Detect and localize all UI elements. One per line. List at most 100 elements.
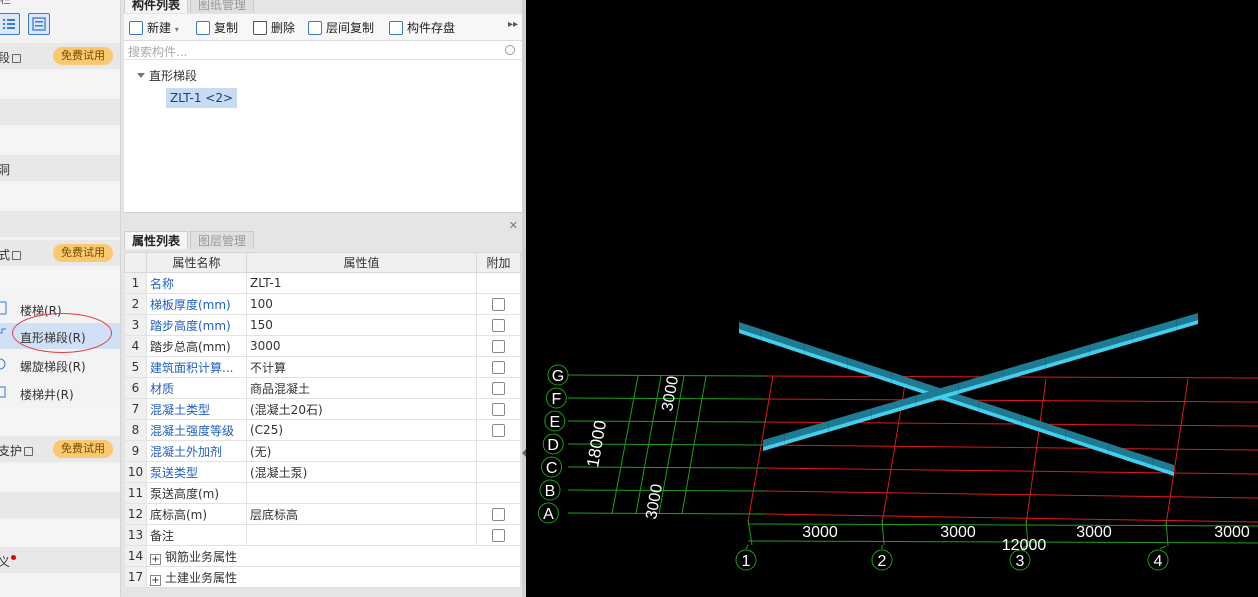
property-name: 泵送类型 [146,461,247,483]
property-value[interactable]: 商品混凝土 [246,377,477,399]
extra-checkbox[interactable] [492,340,505,353]
extra-checkbox[interactable] [492,382,505,395]
component-tree: 直形梯段 ZLT-1 <2> [124,60,522,213]
axis-label-row: A [543,506,554,523]
table-row[interactable]: 7 混凝土类型 (混凝土20石) [124,398,521,420]
floor-copy-button[interactable]: 层间复制 [308,19,374,37]
tree-leaf-zlt1[interactable]: ZLT-1 <2> [166,88,238,108]
property-value[interactable] [246,524,477,546]
property-value[interactable]: (C25) [246,419,477,441]
nav-row[interactable] [0,211,120,237]
extra-checkbox[interactable] [492,508,505,521]
row-index: 6 [124,377,147,399]
nav-row[interactable] [0,520,120,546]
search-icon[interactable] [505,45,515,55]
property-value[interactable]: (混凝土泵) [246,461,477,483]
property-value[interactable]: ZLT-1 [246,272,477,294]
tab-drawing-manage[interactable]: 图纸管理 [190,0,255,13]
group-name[interactable]: + 土建业务属性 [146,566,521,588]
nav-row[interactable] [0,492,120,518]
group-name[interactable]: + 钢筋业务属性 [146,545,521,567]
stair-drawing[interactable]: GFEDCBA 1 2 3 4 3000 3000 3000 3000 12000 18000 300… [526,0,1258,597]
property-value[interactable]: 层底标高 [246,503,477,525]
property-value[interactable]: (混凝土20石) [246,398,477,420]
free-trial-badge[interactable]: 免费试用 [53,47,113,65]
nav-section-support[interactable]: 支护 免费试用 [0,436,120,462]
search-input[interactable]: 搜索构件... [128,43,187,60]
stair-flight-up[interactable] [763,313,1198,451]
table-row[interactable]: 10 泵送类型 (混凝土泵) [124,461,521,483]
extra-checkbox[interactable] [492,403,505,416]
table-row[interactable]: 11 泵送高度(m) [124,482,521,504]
tree-root[interactable]: 直形梯段 [137,67,197,84]
dimension-total-left: 18000 [583,419,610,469]
nav-section-custom[interactable]: 义 [0,547,120,573]
row-index: 7 [124,398,147,420]
detail-view-button[interactable] [28,13,50,35]
dimension-text: 3000 [1076,524,1112,541]
table-row[interactable]: 3 踏步高度(mm) 150 [124,314,521,336]
property-value[interactable]: 100 [246,293,477,315]
property-value[interactable]: 不计算 [246,356,477,378]
nav-row[interactable] [0,408,120,434]
table-row[interactable]: 13 备注 [124,524,521,546]
nav-row[interactable] [0,183,120,209]
nav-item-spiral-flight[interactable]: 螺旋梯段(R) [0,352,120,378]
tab-component-list[interactable]: 构件列表 [124,0,189,13]
nav-row[interactable] [0,99,120,125]
more-icon[interactable]: ▸▸ [508,19,518,30]
table-row[interactable]: 8 混凝土强度等级 (C25) [124,419,521,441]
new-button[interactable]: 新建 ▾ [129,19,179,37]
extra-checkbox[interactable] [492,424,505,437]
table-row[interactable]: 12 底标高(m) 层底标高 [124,503,521,525]
row-index: 4 [124,335,147,357]
property-name: 建筑面积计算... [146,356,247,378]
free-trial-badge[interactable]: 免费试用 [53,440,113,458]
save-component-button[interactable]: 构件存盘 [389,19,455,37]
nav-row[interactable] [0,268,120,294]
tab-property-list[interactable]: 属性列表 [124,231,189,249]
row-index: 14 [124,545,147,567]
extra-checkbox[interactable] [492,298,505,311]
row-index: 9 [124,440,147,462]
property-value[interactable] [246,482,477,504]
extra-checkbox[interactable] [492,319,505,332]
extra-checkbox[interactable] [492,361,505,374]
property-value[interactable]: (无) [246,440,477,462]
row-index: 12 [124,503,147,525]
table-row[interactable]: 1 名称 ZLT-1 [124,272,521,294]
nav-section-stair[interactable]: 段 免费试用 [0,43,120,69]
table-row[interactable]: 9 混凝土外加剂 (无) [124,440,521,462]
table-row[interactable]: 2 梯板厚度(mm) 100 [124,293,521,315]
nav-section-hole[interactable]: 洞 [0,155,120,181]
tab-layer-manage[interactable]: 图层管理 [190,231,255,249]
expand-icon[interactable]: + [150,553,161,565]
nav-item-stairwell[interactable]: 楼梯井(R) [0,380,120,406]
group-row[interactable]: 14 + 钢筋业务属性 [124,545,521,567]
group-row[interactable]: 17 + 土建业务属性 [124,566,521,588]
nav-row[interactable] [0,127,120,153]
table-row[interactable]: 6 材质 商品混凝土 [124,377,521,399]
expand-icon[interactable]: + [150,574,161,586]
property-value[interactable]: 150 [246,314,477,336]
delete-button[interactable]: 删除 [253,19,295,37]
drawing-canvas[interactable]: G F E D C B A 1 2 3 4 3000 3000 3000 3000 12000 18000 300… [526,0,1258,597]
table-row[interactable]: 4 踏步总高(mm) 3000 [124,335,521,357]
extra-checkbox[interactable] [492,529,505,542]
copy-button[interactable]: 复制 [196,19,238,37]
table-row[interactable]: 5 建筑面积计算... 不计算 [124,356,521,378]
row-index: 8 [124,419,147,441]
free-trial-badge[interactable]: 免费试用 [53,244,113,262]
notification-dot [11,555,17,560]
caret-down-icon[interactable] [137,73,145,78]
dropdown-icon[interactable]: ▾ [175,25,179,34]
nav-section-style[interactable]: 式 免费试用 [0,240,120,266]
nav-row[interactable] [0,71,120,97]
nav-top-label: 栏 [0,0,120,8]
property-value[interactable]: 3000 [246,335,477,357]
nav-row[interactable] [0,464,120,490]
col-header-index [124,252,147,273]
list-view-button[interactable] [0,13,20,35]
component-search[interactable]: 搜索构件... [124,41,522,60]
axis-label-row: E [549,414,560,431]
